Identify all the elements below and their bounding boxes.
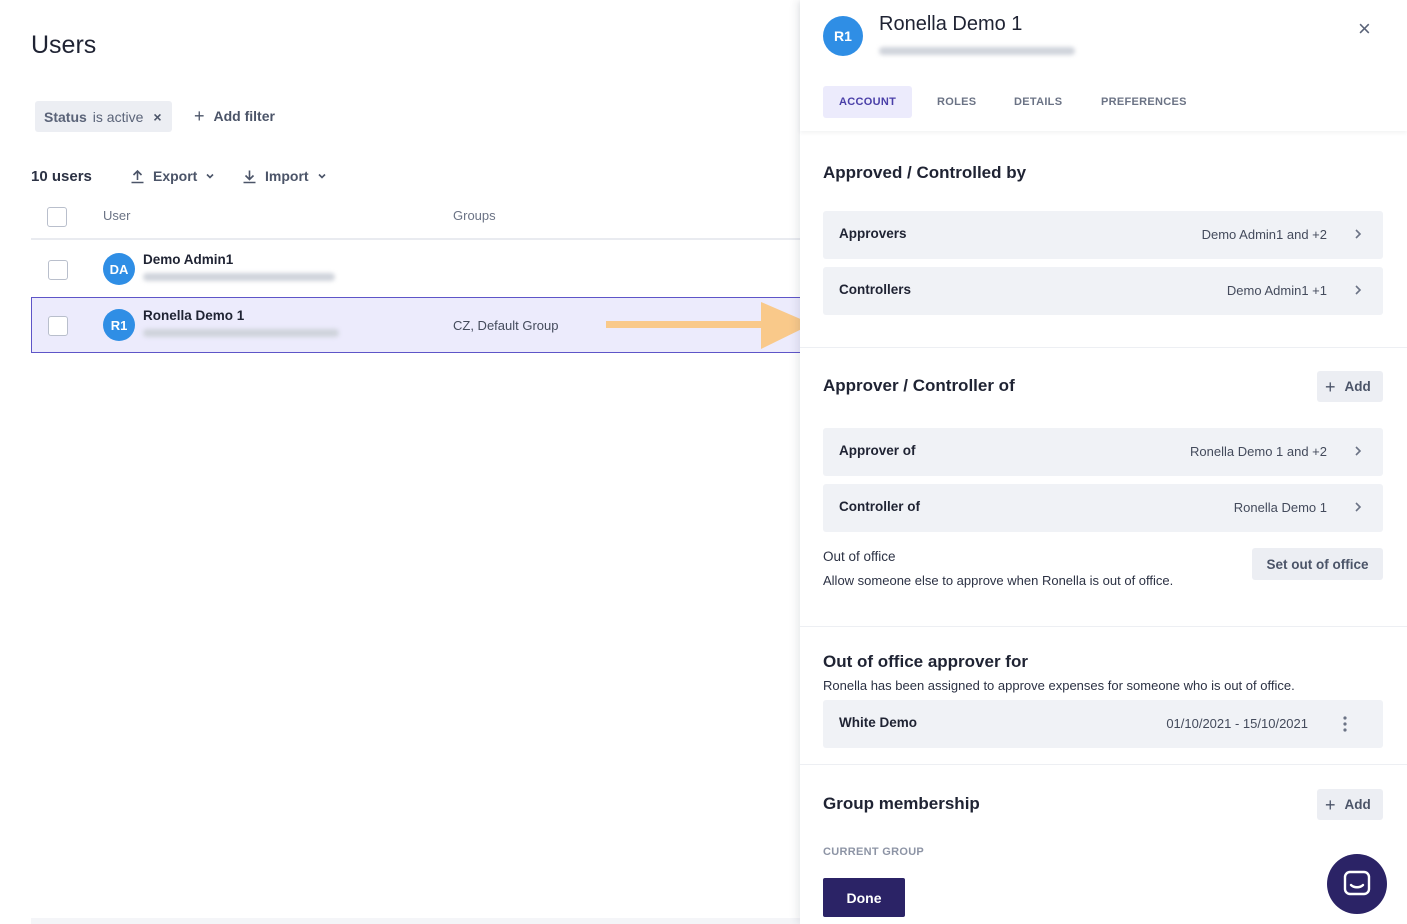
tab-details[interactable]: DETAILS [998, 86, 1078, 118]
chevron-down-icon [206, 173, 214, 179]
plus-icon: + [194, 106, 205, 126]
out-of-office-label: Out of office [823, 549, 896, 564]
approvers-value: Demo Admin1 and +2 [1201, 227, 1327, 242]
upload-icon [131, 169, 144, 183]
chat-launcher-button[interactable] [1327, 854, 1387, 914]
tab-account[interactable]: ACCOUNT [823, 86, 913, 118]
download-icon [243, 170, 256, 183]
filter-key: Status [44, 108, 87, 125]
approvers-label: Approvers [839, 226, 907, 241]
drawer-user-name: Ronella Demo 1 [879, 13, 1023, 35]
controller-of-label: Controller of [839, 499, 920, 514]
approvers-row[interactable]: Approvers Demo Admin1 and +2 [823, 211, 1383, 259]
ooo-date-range: 01/10/2021 - 15/10/2021 [1166, 716, 1308, 731]
row-checkbox[interactable] [48, 316, 68, 336]
export-label: Export [153, 168, 198, 184]
add-label: Add [1344, 379, 1371, 394]
header-divider [31, 238, 800, 240]
user-name: Ronella Demo 1 [143, 308, 245, 323]
chevron-right-icon [1355, 285, 1362, 295]
page-bottom-edge [31, 918, 800, 924]
remove-filter-icon[interactable]: × [153, 109, 161, 125]
approver-of-row[interactable]: Approver of Ronella Demo 1 and +2 [823, 428, 1383, 476]
drawer-header: R1 Ronella Demo 1 × ACCOUNT ROLES DETAIL… [800, 0, 1407, 131]
chat-icon [1343, 870, 1371, 896]
group-membership-title: Group membership [823, 794, 980, 813]
filter-value: is active [92, 108, 144, 125]
current-group-label: CURRENT GROUP [823, 846, 925, 858]
close-icon[interactable]: × [1358, 16, 1371, 42]
ooo-person-label: White Demo [839, 715, 918, 730]
approver-of-label: Approver of [839, 443, 916, 458]
add-filter-label: Add filter [213, 108, 275, 124]
add-group-button[interactable]: + Add [1317, 789, 1383, 820]
set-out-of-office-button[interactable]: Set out of office [1252, 548, 1383, 580]
more-vertical-icon[interactable] [1342, 715, 1348, 733]
import-label: Import [265, 168, 309, 184]
done-button[interactable]: Done [823, 878, 905, 917]
add-label: Add [1344, 797, 1371, 812]
redacted-email [143, 273, 335, 281]
chevron-right-icon [1355, 502, 1362, 512]
add-filter-button[interactable]: + Add filter [194, 106, 275, 126]
controllers-label: Controllers [839, 282, 912, 297]
table-row[interactable]: DA Demo Admin1 [31, 241, 800, 297]
export-button[interactable]: Export [130, 168, 223, 184]
status-filter-chip[interactable]: Status is active × [35, 101, 172, 132]
user-count: 10 users [31, 168, 92, 185]
row-checkbox[interactable] [48, 260, 68, 280]
drawer-body[interactable]: Approved / Controlled by Approvers Demo … [800, 132, 1407, 862]
drawer-footer: Done [800, 862, 1407, 924]
section-divider [800, 764, 1407, 765]
ooo-approver-for-description: Ronella has been assigned to approve exp… [823, 678, 1295, 693]
chevron-right-icon [1355, 446, 1362, 456]
plus-icon: + [1325, 794, 1336, 815]
tab-roles[interactable]: ROLES [921, 86, 992, 118]
column-header-groups[interactable]: Groups [453, 208, 496, 223]
approved-controlled-by-title: Approved / Controlled by [823, 163, 1027, 182]
approver-controller-of-title: Approver / Controller of [823, 376, 1015, 395]
out-of-office-description: Allow someone else to approve when Ronel… [823, 573, 1174, 588]
user-groups: CZ, Default Group [453, 318, 559, 333]
avatar: DA [103, 253, 135, 285]
avatar: R1 [103, 309, 135, 341]
column-header-user[interactable]: User [103, 208, 130, 223]
controllers-value: Demo Admin1 +1 [1226, 283, 1327, 298]
ooo-approver-for-title: Out of office approver for [823, 652, 1028, 671]
users-page: Users Status is active × + Add filter 10… [0, 0, 812, 924]
user-name: Demo Admin1 [143, 252, 234, 267]
chevron-down-icon [317, 173, 326, 179]
add-approvee-button[interactable]: + Add [1317, 371, 1383, 402]
ooo-assignment-row[interactable]: White Demo 01/10/2021 - 15/10/2021 [823, 700, 1383, 748]
redacted-email [879, 47, 1075, 55]
section-divider [800, 626, 1407, 627]
select-all-checkbox[interactable] [47, 207, 67, 227]
redacted-email [143, 329, 339, 337]
section-divider [800, 347, 1407, 348]
approver-of-value: Ronella Demo 1 and +2 [1190, 444, 1327, 459]
page-title: Users [31, 31, 97, 59]
chevron-right-icon [1355, 229, 1362, 239]
import-button[interactable]: Import [242, 168, 335, 184]
tab-preferences[interactable]: PREFERENCES [1085, 86, 1203, 118]
controllers-row[interactable]: Controllers Demo Admin1 +1 [823, 267, 1383, 315]
controller-of-value: Ronella Demo 1 [1233, 500, 1327, 515]
user-detail-drawer: Approved / Controlled by Approvers Demo … [800, 0, 1407, 924]
plus-icon: + [1325, 376, 1336, 397]
avatar: R1 [823, 16, 863, 56]
pointer-arrow-icon [606, 302, 812, 349]
controller-of-row[interactable]: Controller of Ronella Demo 1 [823, 484, 1383, 532]
